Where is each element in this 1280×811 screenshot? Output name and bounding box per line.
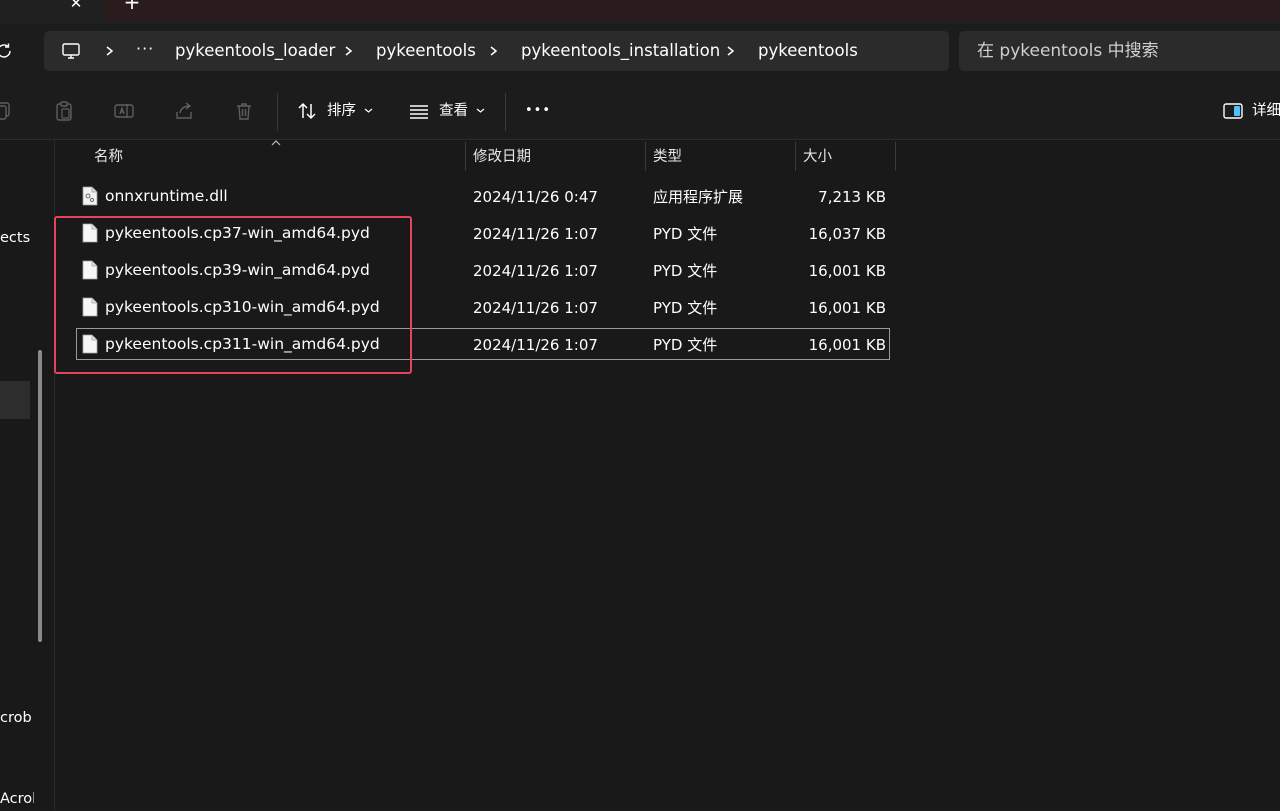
file-modified: 2024/11/26 1:07 [473, 336, 598, 354]
breadcrumb-item[interactable]: pykeentools_installation [521, 40, 720, 62]
rename-icon[interactable] [113, 100, 135, 122]
chevron-right-icon[interactable] [725, 41, 737, 61]
refresh-icon[interactable] [0, 41, 14, 61]
nav-item[interactable]: ects E [0, 230, 32, 246]
column-divider[interactable] [795, 142, 796, 171]
search-placeholder: 在 pykeentools 中搜索 [977, 41, 1159, 61]
chevron-down-icon[interactable] [364, 106, 373, 115]
file-type: PYD 文件 [653, 262, 718, 280]
active-tab[interactable] [104, 0, 1280, 21]
column-header-type[interactable]: 类型 [653, 148, 682, 166]
file-type: PYD 文件 [653, 225, 718, 243]
chevron-right-icon[interactable] [104, 41, 116, 61]
file-size: 16,001 KB [808, 299, 886, 317]
file-type: 应用程序扩展 [653, 188, 744, 206]
nav-item[interactable]: crob [0, 710, 34, 726]
highlight-annotation [54, 216, 412, 374]
this-pc-icon[interactable] [61, 41, 81, 61]
sort-icon[interactable] [296, 100, 318, 122]
dll-file-icon [82, 186, 98, 206]
nav-selected-item[interactable] [0, 381, 30, 419]
view-icon[interactable] [408, 100, 430, 122]
file-type: PYD 文件 [653, 299, 718, 317]
file-size: 16,037 KB [808, 225, 886, 243]
file-size: 16,001 KB [808, 262, 886, 280]
view-button[interactable]: 查看 [439, 101, 468, 121]
file-modified: 2024/11/26 1:07 [473, 299, 598, 317]
file-name[interactable]: onnxruntime.dll [105, 186, 228, 206]
file-size: 16,001 KB [808, 336, 886, 354]
chevron-down-icon[interactable] [476, 106, 485, 115]
chevron-right-icon[interactable] [488, 41, 500, 61]
toolbar-divider [277, 93, 278, 131]
tab-close-icon[interactable]: ✕ [66, 0, 86, 12]
details-button[interactable]: 详细 [1252, 101, 1280, 121]
copy-icon[interactable] [0, 100, 14, 122]
file-modified: 2024/11/26 1:07 [473, 262, 598, 280]
sort-button[interactable]: 排序 [327, 101, 356, 121]
paste-icon[interactable] [53, 100, 75, 122]
share-icon[interactable] [173, 100, 195, 122]
column-divider[interactable] [895, 142, 896, 171]
file-modified: 2024/11/26 0:47 [473, 188, 598, 206]
breadcrumb-overflow[interactable]: ··· [136, 39, 154, 58]
details-pane-icon[interactable] [1222, 100, 1244, 122]
breadcrumb-current[interactable]: pykeentools [758, 40, 858, 62]
nav-scrollbar[interactable] [38, 350, 42, 642]
column-header-name[interactable]: 名称 [94, 148, 123, 166]
column-header-size[interactable]: 大小 [803, 148, 832, 166]
column-header-modified[interactable]: 修改日期 [473, 148, 531, 166]
sort-ascending-icon [271, 140, 281, 146]
column-divider[interactable] [465, 142, 466, 171]
file-modified: 2024/11/26 1:07 [473, 225, 598, 243]
breadcrumb-item[interactable]: pykeentools [376, 40, 476, 62]
toolbar-divider [505, 93, 506, 131]
new-tab-button[interactable]: + [122, 0, 142, 12]
file-type: PYD 文件 [653, 336, 718, 354]
delete-icon[interactable] [233, 100, 255, 122]
file-size: 7,213 KB [818, 188, 886, 206]
more-options-button[interactable]: ••• [525, 101, 551, 121]
column-divider[interactable] [645, 142, 646, 171]
chevron-right-icon[interactable] [343, 41, 355, 61]
nav-item[interactable]: Acrol [0, 791, 34, 807]
breadcrumb-item[interactable]: pykeentools_loader [175, 40, 335, 62]
